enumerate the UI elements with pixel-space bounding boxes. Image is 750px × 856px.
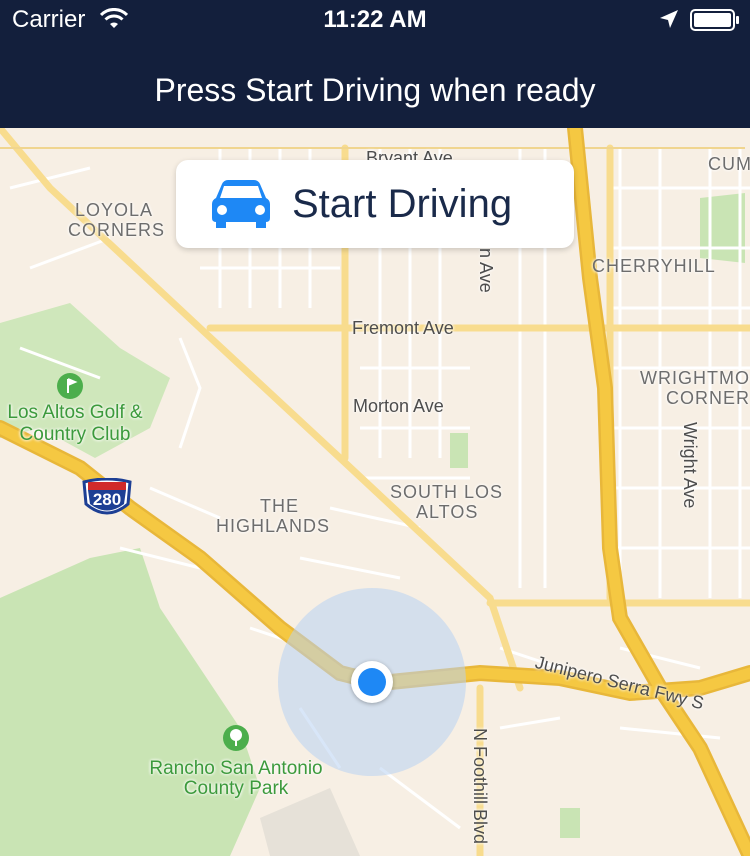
- street-label-n-ave: n Ave: [476, 248, 496, 293]
- street-label-morton: Morton Ave: [353, 396, 444, 416]
- area-label-wrightmo-1: WRIGHTMO: [640, 368, 750, 388]
- highway-280-label: 280: [92, 490, 122, 509]
- user-location-dot: [351, 661, 393, 703]
- area-label-loyola-1: LOYOLA: [75, 200, 154, 220]
- top-bar: Carrier 11:22 AM Press Start Driving whe…: [0, 0, 750, 128]
- area-label-highlands-1: THE: [260, 496, 299, 516]
- area-label-loyola-2: CORNERS: [68, 220, 166, 240]
- area-label-south-los-1: SOUTH LOS: [390, 482, 504, 502]
- park-label-golf-1: Los Altos Golf &: [7, 402, 143, 423]
- start-driving-button[interactable]: Start Driving: [176, 160, 574, 248]
- battery-icon: [690, 9, 740, 36]
- park-label-rancho-1: Rancho San Antonio: [149, 758, 323, 779]
- clock: 11:22 AM: [323, 6, 427, 33]
- area-label-wrightmo-2: CORNER: [666, 388, 750, 408]
- park-label-rancho-2: County Park: [183, 778, 289, 799]
- location-arrow-icon: [658, 8, 680, 35]
- park-label-golf-2: Country Club: [19, 424, 131, 445]
- area-label-cherryhill: CHERRYHILL: [592, 256, 716, 276]
- area-label-cum: CUM: [708, 154, 750, 174]
- area-label-highlands-2: HIGHLANDS: [216, 516, 331, 536]
- start-driving-label: Start Driving: [292, 182, 513, 226]
- car-icon: [210, 178, 272, 235]
- street-label-wright-ave: Wright Ave: [680, 422, 700, 509]
- street-label-foothill: N Foothill Blvd: [470, 728, 490, 845]
- street-label-fremont: Fremont Ave: [352, 318, 454, 338]
- status-bar: Carrier 11:22 AM: [0, 0, 750, 40]
- header-prompt: Press Start Driving when ready: [154, 72, 596, 108]
- area-label-south-los-2: ALTOS: [416, 502, 479, 522]
